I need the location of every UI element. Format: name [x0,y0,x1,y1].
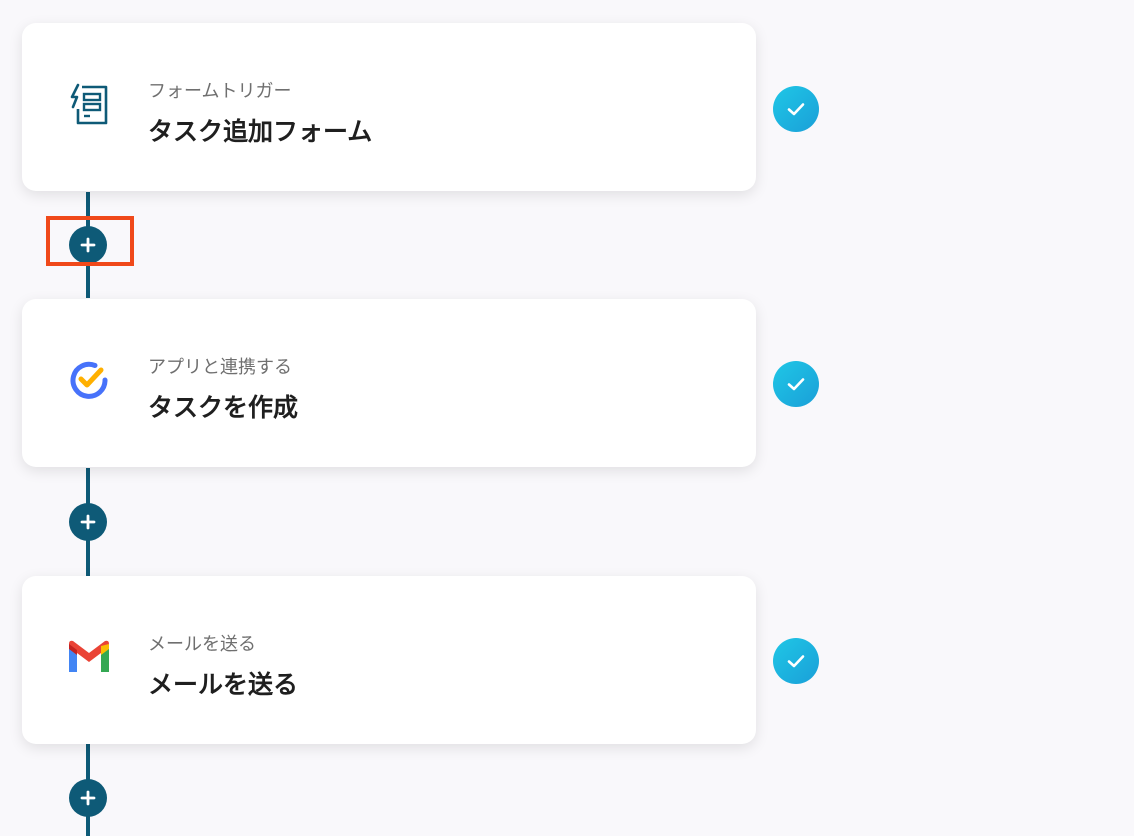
step-title: タスクを作成 [148,393,299,422]
step-card-form-trigger[interactable]: フォームトリガー タスク追加フォーム [22,23,756,191]
step-title: タスク追加フォーム [148,117,373,146]
step-complete-check-icon [773,361,819,407]
step-subtitle: アプリと連携する [148,357,292,378]
ticktick-icon [64,355,114,405]
step-title: メールを送る [148,670,299,699]
step-complete-check-icon [773,86,819,132]
step-complete-check-icon [773,638,819,684]
add-step-button[interactable] [69,503,107,541]
add-step-button[interactable] [69,779,107,817]
step-subtitle: メールを送る [148,634,256,655]
step-card-create-task[interactable]: アプリと連携する タスクを作成 [22,299,756,467]
plus-icon [80,790,96,806]
plus-icon [80,514,96,530]
step-subtitle: フォームトリガー [148,81,292,102]
step-card-send-mail[interactable]: メールを送る メールを送る [22,576,756,744]
gmail-icon [64,632,114,682]
highlight-box [46,216,134,266]
form-trigger-icon [64,79,114,129]
